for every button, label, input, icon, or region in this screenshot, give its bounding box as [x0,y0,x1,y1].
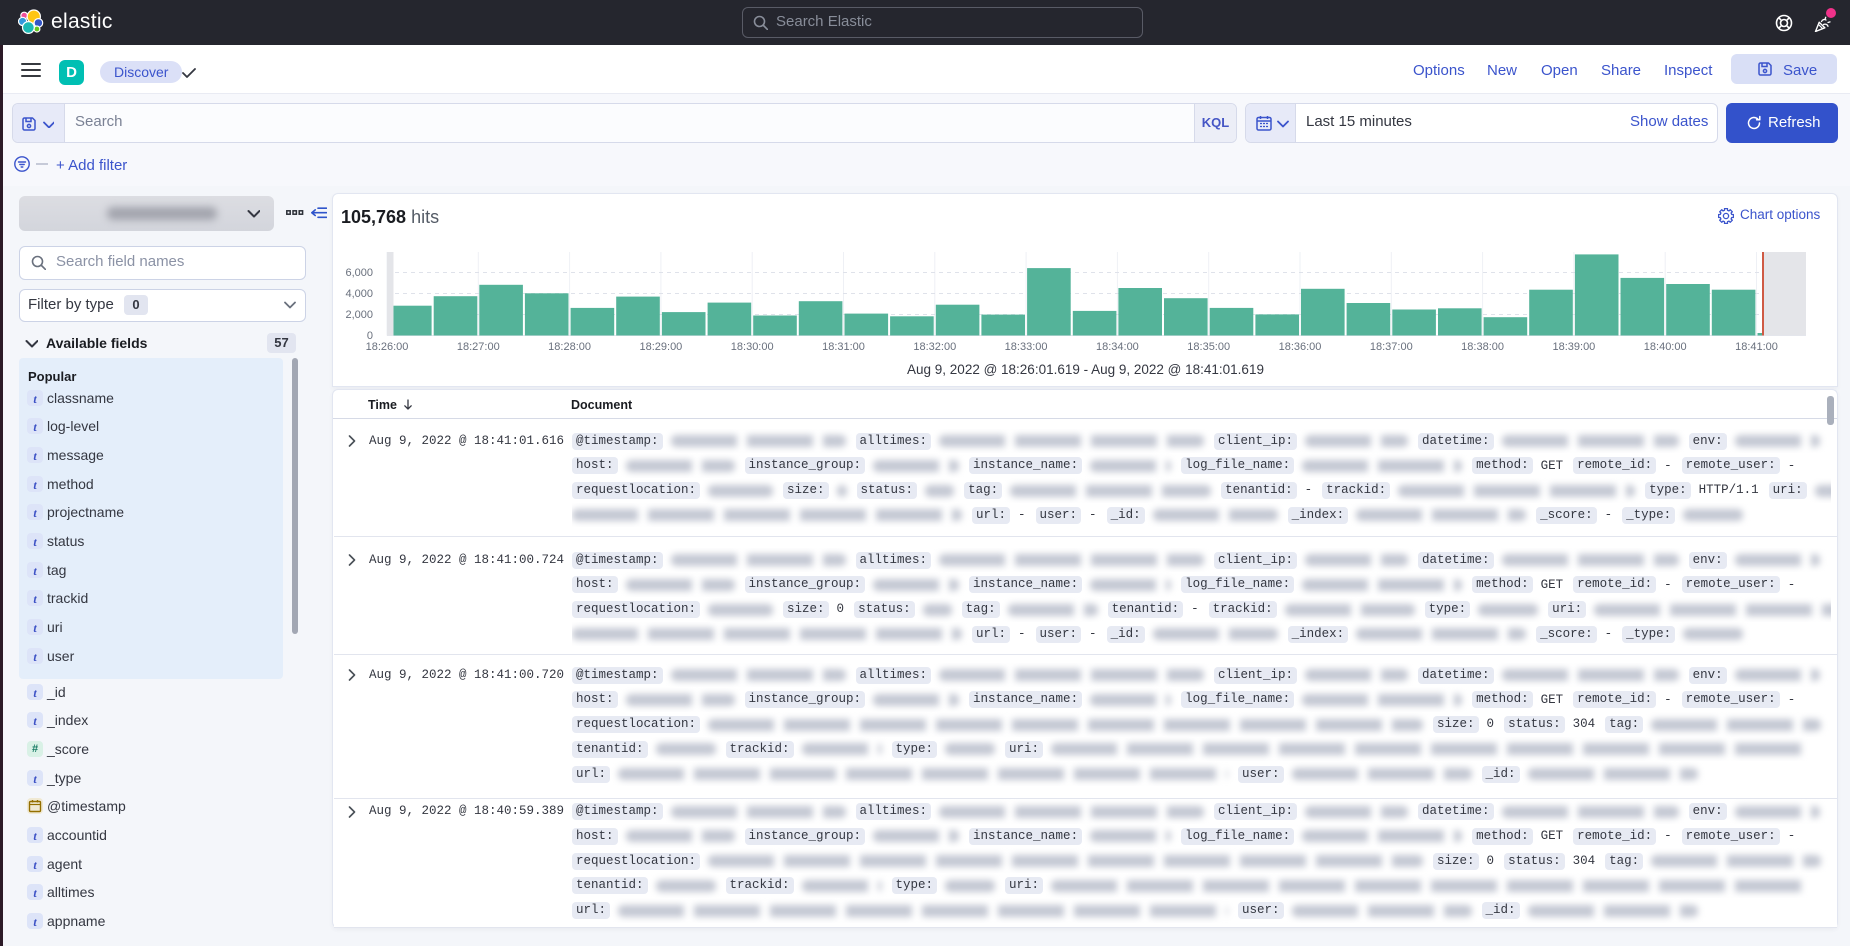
svg-text:18:28:00: 18:28:00 [548,341,591,353]
svg-text:18:30:00: 18:30:00 [731,341,774,353]
svg-text:18:37:00: 18:37:00 [1370,341,1413,353]
svg-text:18:29:00: 18:29:00 [639,341,682,353]
svg-text:18:41:00: 18:41:00 [1735,341,1778,353]
svg-text:18:35:00: 18:35:00 [1187,341,1230,353]
svg-text:18:26:00: 18:26:00 [366,341,409,353]
svg-text:18:33:00: 18:33:00 [1005,341,1048,353]
svg-text:18:36:00: 18:36:00 [1279,341,1322,353]
svg-text:4,000: 4,000 [345,288,373,300]
svg-text:18:38:00: 18:38:00 [1461,341,1504,353]
svg-text:18:32:00: 18:32:00 [913,341,956,353]
svg-text:18:34:00: 18:34:00 [1096,341,1139,353]
svg-text:18:31:00: 18:31:00 [822,341,865,353]
svg-text:6,000: 6,000 [345,267,373,279]
svg-text:18:39:00: 18:39:00 [1552,341,1595,353]
svg-text:2,000: 2,000 [345,309,373,321]
svg-text:18:27:00: 18:27:00 [457,341,500,353]
svg-text:18:40:00: 18:40:00 [1644,341,1687,353]
